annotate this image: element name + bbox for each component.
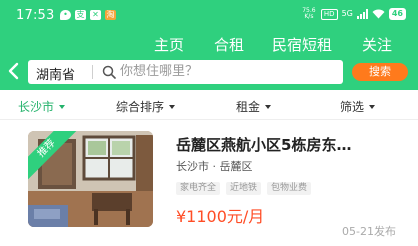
- listing-location: 长沙市 · 岳麓区: [176, 160, 253, 173]
- wifi-icon: [372, 9, 385, 19]
- battery-icon: 46: [388, 8, 406, 20]
- list-item[interactable]: 推荐 岳麓区燕航小区5栋房东… 长沙市 · 岳麓区 家电齐全 近地铁 包物业费 …: [0, 122, 418, 246]
- listing-price: ¥1100元/月: [176, 207, 265, 226]
- signal-icon: [356, 9, 368, 19]
- listing-title[interactable]: 岳麓区燕航小区5栋房东…: [176, 134, 391, 155]
- tag-near-subway: 近地铁: [226, 182, 262, 195]
- filter-more[interactable]: 筛选: [340, 98, 376, 115]
- search-input[interactable]: [120, 64, 330, 79]
- filter-city-label: 长沙市: [18, 100, 55, 114]
- alipay-icon: 支: [75, 10, 86, 20]
- filter-sort[interactable]: 综合排序: [116, 98, 176, 115]
- nav-home[interactable]: 主页: [154, 34, 184, 55]
- tag-appliances: 家电齐全: [176, 182, 221, 195]
- network-type: 5G: [341, 9, 353, 18]
- message-icon: •: [60, 10, 71, 20]
- status-indicators: 75.6 K/s HD 5G 46: [301, 8, 406, 20]
- nav-short-stay[interactable]: 民宿短租: [272, 34, 332, 55]
- filter-more-label: 筛选: [340, 100, 365, 114]
- status-time: 17:53: [16, 8, 55, 23]
- filter-rent[interactable]: 租金: [236, 98, 272, 115]
- search-bar: 湖南省: [28, 60, 343, 84]
- listing-photo: 推荐: [28, 131, 153, 227]
- search-icon: [102, 65, 116, 79]
- filter-city[interactable]: 长沙市: [18, 98, 66, 115]
- hd-badge: HD: [320, 8, 338, 20]
- listing-date: 05-21发布: [342, 225, 396, 238]
- chevron-down-icon: [369, 104, 376, 109]
- close-box-icon: ✕: [90, 10, 101, 20]
- search-button[interactable]: 搜索: [352, 63, 408, 81]
- tag-property-fee: 包物业费: [267, 182, 312, 195]
- chevron-down-icon: [59, 104, 66, 109]
- chevron-down-icon: [265, 104, 272, 109]
- taobao-icon: 淘: [105, 10, 116, 20]
- search-divider: [92, 65, 93, 79]
- network-speed: 75.6 K/s: [302, 7, 316, 20]
- filter-bar: 长沙市 综合排序 租金 筛选: [0, 90, 418, 120]
- filter-rent-label: 租金: [236, 100, 261, 114]
- chevron-down-icon: [169, 104, 176, 109]
- back-arrow-icon[interactable]: [6, 61, 22, 81]
- notification-icons: • 支 ✕ 淘: [60, 10, 116, 20]
- status-bar: 17:53 • 支 ✕ 淘 75.6 K/s HD 5G 46: [0, 0, 418, 28]
- listing-tags: 家电齐全 近地铁 包物业费: [176, 182, 312, 195]
- filter-sort-label: 综合排序: [116, 100, 165, 114]
- city-selector[interactable]: 湖南省: [36, 64, 75, 83]
- nav-shared-rent[interactable]: 合租: [214, 34, 244, 55]
- nav-follow[interactable]: 关注: [362, 34, 392, 55]
